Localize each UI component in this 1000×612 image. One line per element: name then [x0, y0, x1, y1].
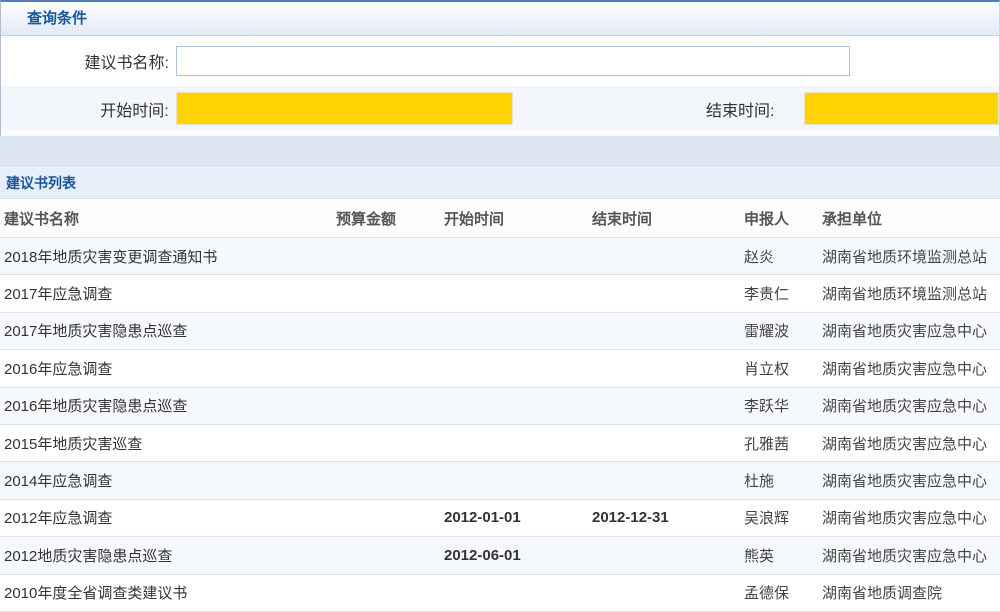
- cell-name: 2016年地质灾害隐患点巡查: [0, 395, 336, 416]
- cell-name: 2012地质灾害隐患点巡查: [0, 545, 336, 566]
- table-row[interactable]: 2018年地质灾害变更调查通知书 赵炎湖南省地质环境监测总站: [0, 238, 1000, 275]
- cell-unit: 湖南省地质调查院: [822, 582, 1000, 603]
- cell-name: 2010年度全省调查类建议书: [0, 582, 336, 603]
- column-header: 预算金额: [336, 208, 444, 229]
- cell-applicant: 吴浪辉: [744, 507, 822, 528]
- list-panel-title: 建议书列表: [0, 167, 1000, 199]
- cell-unit: 湖南省地质环境监测总站: [822, 246, 1000, 267]
- cell-name: 2015年地质灾害巡查: [0, 433, 336, 454]
- end-time-input[interactable]: [804, 92, 999, 125]
- cell-name: 2017年地质灾害隐患点巡查: [0, 320, 336, 341]
- cell-applicant: 雷耀波: [744, 320, 822, 341]
- query-panel-title: 查询条件: [1, 2, 999, 36]
- cell-applicant: 肖立权: [744, 358, 822, 379]
- table-row[interactable]: 2017年应急调查 李贵仁湖南省地质环境监测总站: [0, 275, 1000, 312]
- cell-unit: 湖南省地质灾害应急中心: [822, 320, 1000, 341]
- cell-applicant: 李跃华: [744, 395, 822, 416]
- cell-unit: 湖南省地质灾害应急中心: [822, 433, 1000, 454]
- start-time-input[interactable]: [176, 92, 513, 125]
- proposal-name-row: 建议书名称:: [1, 36, 999, 86]
- cell-applicant: 李贵仁: [744, 283, 822, 304]
- table-body: 2018年地质灾害变更调查通知书 赵炎湖南省地质环境监测总站 2017年应急调查 李贵…: [0, 238, 1000, 612]
- table-row[interactable]: 2012年应急调查 2012-01-012012-12-31吴浪辉湖南省地质灾害应…: [0, 500, 1000, 537]
- cell-applicant: 熊英: [744, 545, 822, 566]
- cell-unit: 湖南省地质灾害应急中心: [822, 507, 1000, 528]
- cell-name: 2016年应急调查: [0, 358, 336, 379]
- cell-unit: 湖南省地质环境监测总站: [822, 283, 1000, 304]
- cell-unit: 湖南省地质灾害应急中心: [822, 358, 1000, 379]
- section-gap: [0, 136, 1000, 167]
- cell-end: 2012-12-31: [592, 509, 744, 526]
- time-range-row: 开始时间: 结束时间:: [1, 86, 999, 131]
- cell-start: 2012-06-01: [444, 547, 592, 564]
- column-header: 开始时间: [444, 208, 592, 229]
- column-header: 建议书名称: [0, 208, 336, 229]
- cell-applicant: 杜施: [744, 470, 822, 491]
- proposal-table: 建议书名称预算金额开始时间结束时间申报人承担单位 2018年地质灾害变更调查通知…: [0, 199, 1000, 612]
- cell-applicant: 赵炎: [744, 246, 822, 267]
- cell-unit: 湖南省地质灾害应急中心: [822, 395, 1000, 416]
- start-time-label: 开始时间:: [1, 97, 169, 121]
- proposal-name-input[interactable]: [176, 46, 850, 76]
- cell-name: 2012年应急调查: [0, 507, 336, 528]
- cell-name: 2018年地质灾害变更调查通知书: [0, 246, 336, 267]
- column-header: 承担单位: [822, 208, 1000, 229]
- cell-start: 2012-01-01: [444, 509, 592, 526]
- query-panel: 查询条件 建议书名称: 开始时间: 结束时间:: [0, 0, 1000, 136]
- cell-name: 2017年应急调查: [0, 283, 336, 304]
- table-row[interactable]: 2012地质灾害隐患点巡查 2012-06-01 熊英湖南省地质灾害应急中心: [0, 537, 1000, 574]
- table-row[interactable]: 2016年应急调查 肖立权湖南省地质灾害应急中心: [0, 350, 1000, 387]
- cell-applicant: 孟德保: [744, 582, 822, 603]
- cell-applicant: 孔雅茜: [744, 433, 822, 454]
- end-time-label: 结束时间:: [513, 97, 774, 121]
- table-row[interactable]: 2017年地质灾害隐患点巡查 雷耀波湖南省地质灾害应急中心: [0, 313, 1000, 350]
- table-row[interactable]: 2016年地质灾害隐患点巡查 李跃华湖南省地质灾害应急中心: [0, 388, 1000, 425]
- table-header-row: 建议书名称预算金额开始时间结束时间申报人承担单位: [0, 199, 1000, 238]
- table-row[interactable]: 2015年地质灾害巡查 孔雅茜湖南省地质灾害应急中心: [0, 425, 1000, 462]
- table-row[interactable]: 2014年应急调查 杜施湖南省地质灾害应急中心: [0, 462, 1000, 499]
- column-header: 申报人: [744, 208, 822, 229]
- table-row[interactable]: 2010年度全省调查类建议书 孟德保湖南省地质调查院: [0, 575, 1000, 612]
- proposal-name-label: 建议书名称:: [1, 49, 169, 73]
- cell-unit: 湖南省地质灾害应急中心: [822, 470, 1000, 491]
- cell-unit: 湖南省地质灾害应急中心: [822, 545, 1000, 566]
- column-header: 结束时间: [592, 208, 744, 229]
- cell-name: 2014年应急调查: [0, 470, 336, 491]
